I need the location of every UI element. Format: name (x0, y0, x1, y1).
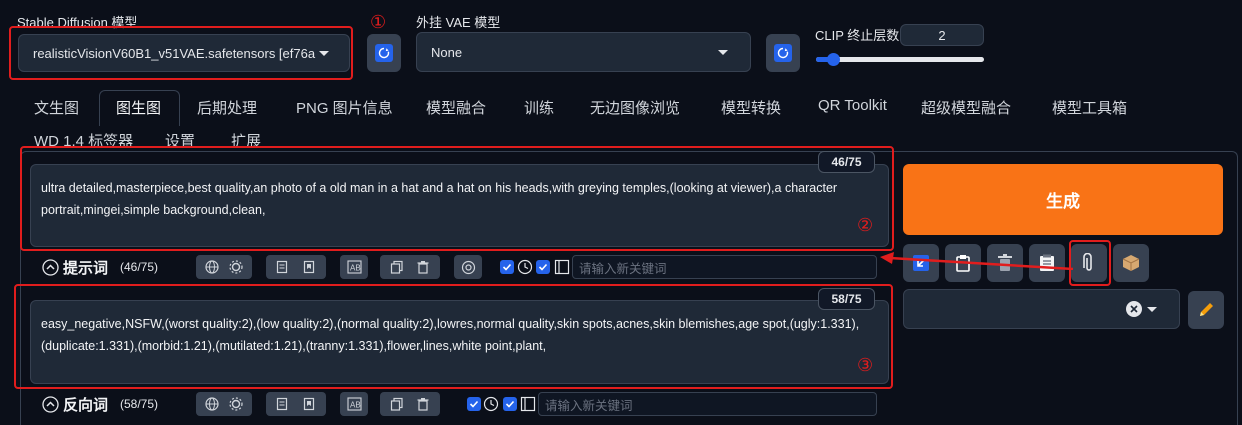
annotation-arrow (880, 252, 1074, 270)
chevron-down-icon (1147, 307, 1157, 312)
tab-model-converter[interactable]: 模型转换 (721, 97, 781, 118)
styles-dropdown[interactable] (903, 289, 1180, 329)
svg-text:AB: AB (350, 401, 361, 410)
annotation-number-1: ① (370, 12, 387, 32)
panel-icon[interactable] (520, 396, 536, 412)
checkbox-2[interactable] (536, 260, 550, 274)
vae-dropdown[interactable]: None (416, 32, 751, 72)
edit-styles-button[interactable] (1188, 291, 1224, 329)
tool-group-2 (266, 255, 326, 279)
prompt-toolbar-title: 提示词 (63, 260, 109, 277)
tab-train[interactable]: 训练 (524, 97, 554, 118)
negative-toolbar-count: (58/75) (120, 397, 159, 411)
chatgpt-button[interactable] (454, 255, 482, 279)
package-icon (1122, 255, 1140, 271)
tab-infinite-image-browsing[interactable]: 无边图像浏览 (590, 97, 680, 118)
tool-group-1 (196, 255, 252, 279)
pencil-icon (1200, 303, 1213, 316)
clip-number-input[interactable]: 2 (900, 24, 984, 46)
tab-txt2img[interactable]: 文生图 (34, 97, 79, 118)
negative-toolbar-title: 反向词 (63, 397, 109, 414)
collapse-up-icon[interactable] (42, 396, 59, 413)
bookmark-icon[interactable] (302, 397, 316, 411)
annotation-box-prompt (20, 146, 894, 251)
generate-button[interactable]: 生成 (903, 164, 1223, 235)
gear-icon[interactable] (229, 260, 243, 274)
prompt-toolbar: 提示词 (46/75) AB 请输入新关键词 (30, 252, 888, 282)
annotation-number-3: ③ (857, 355, 874, 375)
check-icon (538, 263, 548, 271)
chevron-down-icon (718, 50, 728, 55)
globe-icon[interactable] (205, 260, 219, 274)
refresh-model-button[interactable] (367, 34, 401, 72)
gear-icon[interactable] (229, 397, 243, 411)
tab-super-merger[interactable]: 超级模型融合 (921, 97, 1011, 118)
translate-button[interactable]: AB (340, 392, 368, 416)
copy-icon[interactable] (390, 260, 404, 274)
check-icon (469, 400, 479, 408)
tab-model-toolkit[interactable]: 模型工具箱 (1052, 97, 1127, 118)
list-edit-icon[interactable] (276, 260, 290, 274)
vae-label: 外挂 VAE 模型 (416, 15, 501, 30)
annotation-number-2: ② (857, 215, 874, 235)
clock-icon[interactable] (517, 259, 533, 275)
trash-icon[interactable] (416, 397, 430, 411)
tool-group-1 (196, 392, 252, 416)
list-edit-icon[interactable] (276, 397, 290, 411)
refresh-vae-button[interactable] (766, 34, 800, 72)
translate-button[interactable]: AB (340, 255, 368, 279)
translate-icon: AB (346, 260, 362, 274)
panel-icon[interactable] (554, 259, 570, 275)
translate-icon: AB (346, 397, 362, 411)
tab-extras[interactable]: 后期处理 (197, 97, 257, 118)
negative-keyword-input[interactable]: 请输入新关键词 (538, 392, 877, 416)
prompt-toolbar-count: (46/75) (120, 260, 159, 274)
clip-slider-track[interactable] (816, 53, 984, 66)
refresh-icon (375, 44, 393, 62)
style-apply-button[interactable] (1113, 244, 1149, 282)
refresh-icon (774, 44, 792, 62)
clip-slider-thumb[interactable] (826, 53, 840, 66)
globe-icon[interactable] (205, 397, 219, 411)
tool-group-2 (266, 392, 326, 416)
annotation-box-model (9, 26, 353, 80)
tab-img2img[interactable]: 图生图 (116, 97, 161, 118)
tool-group-3 (380, 392, 440, 416)
annotation-box-tool (1069, 240, 1111, 286)
clip-label: CLIP 终止层数 (815, 28, 900, 43)
trash-icon[interactable] (416, 260, 430, 274)
vae-value: None (431, 44, 463, 60)
tab-png-info[interactable]: PNG 图片信息 (296, 97, 393, 118)
prompt-keyword-input[interactable]: 请输入新关键词 (572, 255, 877, 279)
tab-qr-toolkit[interactable]: QR Toolkit (818, 97, 887, 114)
tool-group-3 (380, 255, 440, 279)
check-icon (502, 263, 512, 271)
tab-checkpoint-merger[interactable]: 模型融合 (426, 97, 486, 118)
checkbox-2[interactable] (503, 397, 517, 411)
copy-icon[interactable] (390, 397, 404, 411)
svg-text:AB: AB (350, 264, 361, 273)
annotation-box-negative (14, 284, 893, 389)
openai-icon (461, 260, 475, 274)
check-icon (505, 400, 515, 408)
checkbox-1[interactable] (500, 260, 514, 274)
bookmark-icon[interactable] (302, 260, 316, 274)
clear-icon[interactable] (1126, 301, 1142, 317)
clock-icon[interactable] (483, 396, 499, 412)
negative-toolbar: 反向词 (58/75) AB 请输入新关键词 (30, 390, 888, 420)
checkbox-1[interactable] (467, 397, 481, 411)
collapse-up-icon[interactable] (42, 259, 59, 276)
